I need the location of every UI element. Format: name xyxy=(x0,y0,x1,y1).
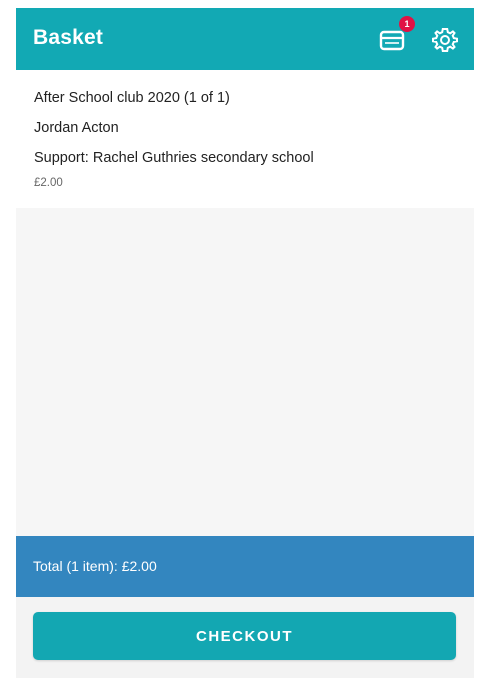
basket-count-badge: 1 xyxy=(399,16,415,32)
checkout-footer: CHECKOUT xyxy=(16,597,474,678)
app-bar: Basket 1 xyxy=(16,8,474,70)
item-attendee: Jordan Acton xyxy=(34,120,119,136)
gear-icon xyxy=(432,28,458,52)
basket-screen: Basket 1 After School club 2020 (1 of 1)… xyxy=(16,8,474,678)
item-support: Support: Rachel Guthries secondary schoo… xyxy=(34,150,314,166)
item-title: After School club 2020 (1 of 1) xyxy=(34,90,230,106)
checkout-button[interactable]: CHECKOUT xyxy=(33,612,456,660)
total-bar: Total (1 item): £2.00 xyxy=(16,536,474,597)
basket-empty-area xyxy=(16,208,474,536)
item-price: £2.00 xyxy=(34,177,63,189)
total-label: Total (1 item): £2.00 xyxy=(33,558,157,574)
settings-button[interactable] xyxy=(431,26,459,54)
page-title: Basket xyxy=(33,26,104,49)
basket-item[interactable]: After School club 2020 (1 of 1) Jordan A… xyxy=(16,70,474,208)
